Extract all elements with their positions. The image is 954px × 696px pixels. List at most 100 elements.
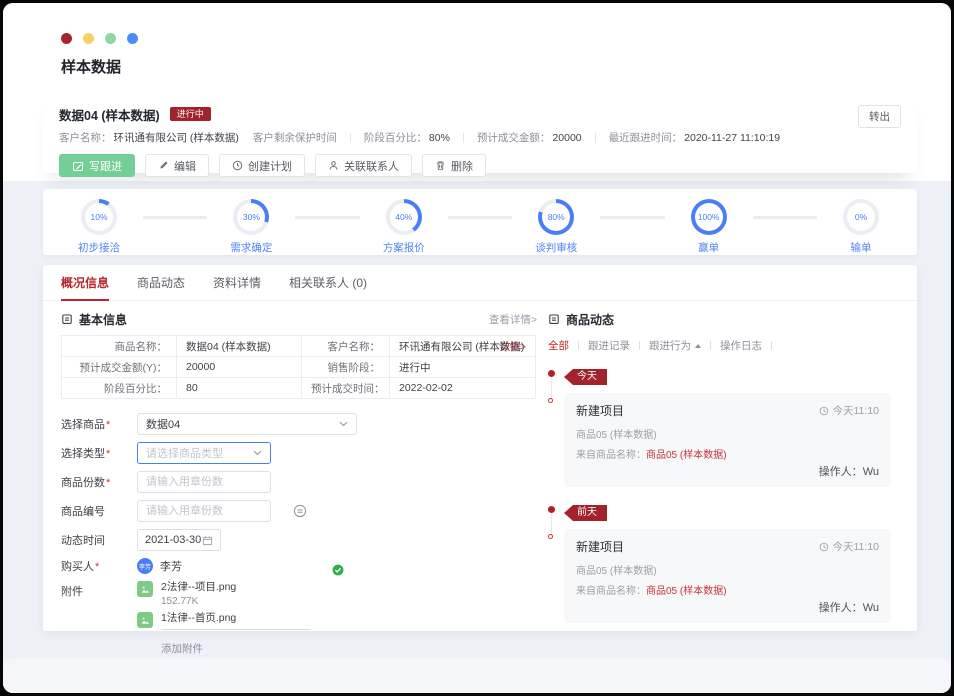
buyer-name: 李芳 <box>160 561 182 573</box>
stage-donut: 10% <box>81 199 117 235</box>
field-label: 动态时间 <box>61 535 105 547</box>
stage-stepper: 10% 初步接洽 30% 需求确定 40% 方案报价 80% 谈判审核 100%… <box>43 189 917 255</box>
stage-step-6[interactable]: 0% 输单 <box>831 199 891 255</box>
timeline-day-tag: 前天 <box>564 505 607 521</box>
delete-button[interactable]: 删除 <box>422 154 486 177</box>
divider <box>639 341 640 350</box>
type-select[interactable]: 请选择商品类型 <box>137 442 271 464</box>
filter-all[interactable]: 全部 <box>548 338 569 353</box>
tab-material-detail[interactable]: 资料详情 <box>213 265 261 300</box>
required-mark: * <box>106 477 111 489</box>
date-picker[interactable]: 2021-03-30 <box>137 529 221 551</box>
overview-panel: 基本信息 查看详情> 商品名称： 数据04 (样本数据) 客户名称： 详情> 环… <box>61 311 537 663</box>
required-mark: * <box>106 448 111 460</box>
cell-label: 预计成交时间： <box>301 377 390 399</box>
button-label: 创建计划 <box>248 160 292 173</box>
amount-label: 预计成交金额： <box>476 132 551 144</box>
file-name: 1法律--首页.png <box>161 612 311 630</box>
calendar-icon <box>202 535 213 545</box>
person-icon <box>329 161 338 170</box>
count-input[interactable] <box>137 471 271 493</box>
basic-info-table: 商品名称： 数据04 (样本数据) 客户名称： 详情> 环讯通有限公司 (样本数… <box>61 335 536 399</box>
activity-card[interactable]: 新建项目 今天11:10 商品05 (样本数据) 来自商品名称：商品05 (样本… <box>564 393 891 487</box>
attachment-item[interactable]: 2法律--项目.png 152.77K <box>137 581 311 607</box>
product-form: 选择商品* 数据04 选择类型* 请选择商品类型 商品份数* 请输入用章份数 商… <box>61 413 537 656</box>
timeline-dot-hollow <box>548 534 553 539</box>
activity-card-source: 来自商品名称：商品05 (样本数据) <box>576 450 727 461</box>
stage-connector <box>447 216 513 219</box>
circle-menu-icon[interactable] <box>293 504 307 518</box>
transfer-button[interactable]: 转出 <box>858 105 901 128</box>
table-row: 商品名称： 数据04 (样本数据) 客户名称： 详情> 环讯通有限公司 (样本数… <box>61 335 536 357</box>
stage-step-5[interactable]: 100% 赢单 <box>679 199 739 255</box>
tab-related-contacts[interactable]: 相关联系人 (0) <box>289 265 367 300</box>
table-row: 预计成交金额(Y)： 20000 销售阶段： 进行中 <box>61 356 536 378</box>
link-contact-button[interactable]: 关联联系人 <box>315 154 412 177</box>
stage-step-4[interactable]: 80% 谈判审核 <box>526 199 586 255</box>
activity-card-title: 新建项目 <box>576 540 625 554</box>
activity-card[interactable]: 新建项目 今天11:10 商品05 (样本数据) 来自商品名称：商品05 (样本… <box>564 529 891 623</box>
filter-followup-records[interactable]: 跟进记录 <box>588 338 630 353</box>
app-window: 样本数据 数据04 (样本数据) 进行中 转出 客户名称： 环讯通有限公司 (样… <box>3 3 951 693</box>
stage-donut: 30% <box>233 199 270 235</box>
stage-percent-label: 阶段百分比： <box>363 132 427 144</box>
tab-overview[interactable]: 概况信息 <box>61 265 110 301</box>
stage-connector <box>600 216 665 219</box>
board-icon <box>62 314 72 324</box>
timeline-group: 今天 新建项目 今天11:10 商品05 (样本数据) 来自商品名称：商品05 … <box>548 366 899 487</box>
deal-name: 数据04 (样本数据) <box>59 108 160 123</box>
stage-donut: 0% <box>843 199 880 235</box>
stage-step-1[interactable]: 10% 初步接洽 <box>69 199 129 255</box>
tab-product-activity[interactable]: 商品动态 <box>137 265 185 300</box>
clock-icon <box>232 160 243 171</box>
activity-card-time: 今天11:10 <box>819 403 879 418</box>
filter-followup-actions[interactable]: 跟进行为 <box>649 338 701 353</box>
write-followup-button[interactable]: 写跟进 <box>59 154 135 177</box>
source-product-link[interactable]: 商品05 (样本数据) <box>646 450 727 461</box>
pencil-icon <box>160 161 168 169</box>
top-bar: 样本数据 <box>3 3 951 91</box>
view-detail-link[interactable]: 查看详情> <box>489 312 537 327</box>
stage-step-2[interactable]: 30% 需求确定 <box>221 199 281 255</box>
window-dot-green[interactable] <box>105 33 116 44</box>
window-dot-yellow[interactable] <box>83 33 94 44</box>
image-file-icon <box>137 612 153 628</box>
window-dot-blue[interactable] <box>127 33 138 44</box>
deal-meta-row: 客户名称： 环讯通有限公司 (样本数据) 客户剩余保护时间 阶段百分比： 80%… <box>59 130 901 145</box>
board-icon <box>549 314 559 324</box>
select-placeholder: 请选择商品类型 <box>146 448 223 460</box>
page-content: 数据04 (样本数据) 进行中 转出 客户名称： 环讯通有限公司 (样本数据) … <box>3 91 951 693</box>
deal-header-card: 数据04 (样本数据) 进行中 转出 客户名称： 环讯通有限公司 (样本数据) … <box>43 95 917 177</box>
status-badge: 进行中 <box>169 107 211 121</box>
activity-card-operator: 操作人：Wu <box>818 466 879 478</box>
stage-label: 赢单 <box>698 242 720 254</box>
filter-operation-log[interactable]: 操作日志 <box>720 338 762 353</box>
create-plan-button[interactable]: 创建计划 <box>219 154 305 177</box>
code-input[interactable] <box>137 500 271 522</box>
attachment-item[interactable]: 1法律--首页.png <box>137 612 311 630</box>
product-select[interactable]: 数据04 <box>137 413 357 435</box>
window-controls <box>61 33 138 44</box>
activity-card-subtitle: 商品05 (样本数据) <box>576 430 657 441</box>
window-dot-red[interactable] <box>61 33 72 44</box>
stage-connector <box>143 216 208 219</box>
cell-value: 20000 <box>176 356 302 378</box>
buyer-avatar[interactable]: 李芳 <box>137 558 153 574</box>
button-label: 删除 <box>451 160 473 173</box>
image-file-icon <box>137 581 153 597</box>
clock-icon <box>819 406 828 415</box>
stage-percent: 40% <box>389 203 418 231</box>
customer-value: 环讯通有限公司 (样本数据) <box>113 132 239 144</box>
source-product-link[interactable]: 商品05 (样本数据) <box>646 586 727 597</box>
follow-time-label: 最近跟进时间： <box>608 132 683 144</box>
basic-info-title: 基本信息 <box>79 312 128 327</box>
add-attachment-link[interactable]: 添加附件 <box>161 641 311 656</box>
tab-bar: 概况信息 商品动态 资料详情 相关联系人 (0) <box>43 265 917 301</box>
customer-label: 客户名称： <box>59 132 112 144</box>
stage-step-3[interactable]: 40% 方案报价 <box>374 199 434 255</box>
button-label: 关联联系人 <box>344 160 399 173</box>
timeline-day-tag: 今天 <box>564 369 607 385</box>
cell-value: 80 <box>176 377 302 399</box>
edit-button[interactable]: 编辑 <box>145 154 209 177</box>
activity-card-subtitle: 商品05 (样本数据) <box>576 566 657 577</box>
